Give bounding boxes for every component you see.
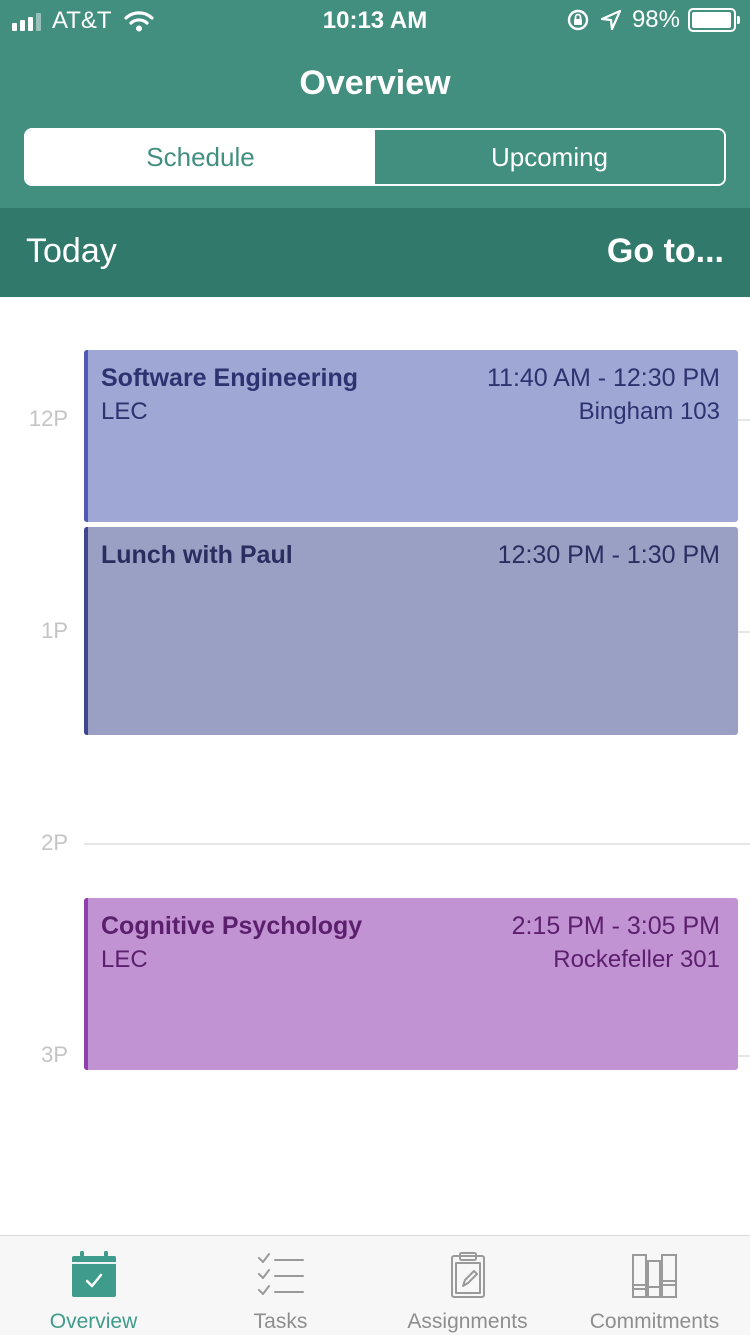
event-color-bar: [84, 898, 88, 1070]
battery-percent: 98%: [631, 6, 680, 33]
battery-icon: [688, 8, 740, 32]
page-title: Overview: [299, 64, 451, 102]
hour-label-3p: 3P: [41, 1042, 68, 1067]
go-to-button[interactable]: Go to...: [607, 232, 724, 271]
tab-overview[interactable]: Overview: [0, 1236, 187, 1335]
event-cognitive-psychology[interactable]: Cognitive Psychology 2:15 PM - 3:05 PM L…: [84, 898, 738, 1070]
status-bar: AT&T 10:13 AM 98%: [0, 0, 750, 40]
tab-tasks[interactable]: Tasks: [187, 1236, 374, 1335]
tab-label: Overview: [49, 1310, 138, 1333]
tab-schedule[interactable]: Schedule: [26, 130, 375, 184]
today-button[interactable]: Today: [26, 232, 117, 271]
event-location: Rockefeller 301: [553, 946, 720, 973]
books-icon: [631, 1254, 677, 1298]
segmented-control: Schedule Upcoming: [24, 128, 726, 186]
tab-label: Tasks: [253, 1310, 308, 1333]
calendar-check-icon: [71, 1251, 116, 1297]
orientation-lock-icon: [567, 9, 589, 31]
status-right: 98%: [566, 6, 740, 34]
event-time: 12:30 PM - 1:30 PM: [497, 541, 720, 569]
event-type: LEC: [101, 946, 148, 973]
event-title: Lunch with Paul: [101, 541, 293, 569]
tab-bar: Overview Tasks Assignments Commitments: [0, 1235, 750, 1335]
hour-label-2p: 2P: [41, 830, 68, 855]
event-color-bar: [84, 527, 88, 735]
event-type: LEC: [101, 398, 148, 425]
event-software-engineering[interactable]: Software Engineering 11:40 AM - 12:30 PM…: [84, 350, 738, 522]
event-time: 11:40 AM - 12:30 PM: [487, 364, 720, 392]
tab-commitments[interactable]: Commitments: [561, 1236, 748, 1335]
event-title: Software Engineering: [101, 364, 358, 392]
event-time: 2:15 PM - 3:05 PM: [511, 912, 720, 940]
clipboard-icon: [450, 1252, 485, 1298]
checklist-icon: [257, 1253, 304, 1295]
hour-label-12p: 12P: [28, 406, 68, 431]
hour-label-1p: 1P: [41, 618, 68, 643]
nav-header: AT&T 10:13 AM 98% Overview Schedule Upco…: [0, 0, 750, 208]
location-arrow-icon: [600, 9, 622, 31]
tab-assignments[interactable]: Assignments: [374, 1236, 561, 1335]
event-location: Bingham 103: [578, 398, 720, 425]
tab-label: Commitments: [589, 1310, 720, 1333]
tab-upcoming[interactable]: Upcoming: [375, 130, 724, 184]
hour-line: [84, 843, 750, 845]
event-lunch-with-paul[interactable]: Lunch with Paul 12:30 PM - 1:30 PM: [84, 527, 738, 735]
event-title: Cognitive Psychology: [101, 912, 363, 940]
tab-label: Assignments: [407, 1310, 528, 1333]
event-color-bar: [84, 350, 88, 522]
date-bar: Today Go to...: [0, 208, 750, 297]
